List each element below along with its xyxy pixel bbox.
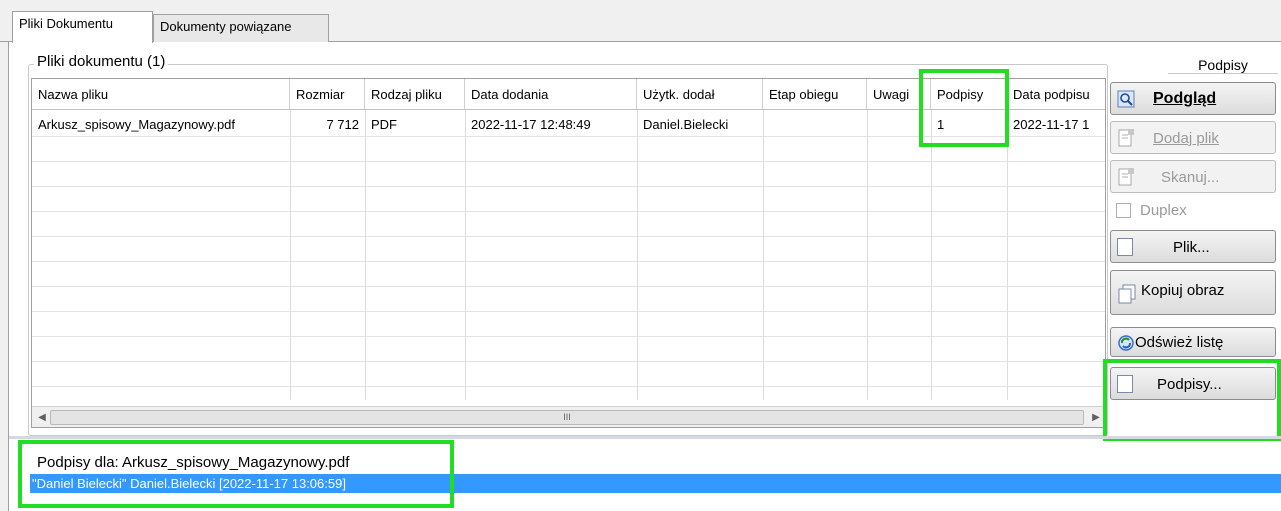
grid-row-divider (32, 361, 1105, 362)
duplex-checkbox[interactable]: Duplex (1116, 202, 1266, 222)
horizontal-scrollbar[interactable]: ◀ III ▶ (32, 406, 1105, 427)
cell-file-name[interactable]: Arkusz_spisowy_Magazynowy.pdf (32, 110, 290, 136)
highlight-signatures-panel (18, 440, 454, 508)
duplex-checkbox-box[interactable] (1116, 203, 1131, 218)
grid-column-divider (637, 110, 638, 400)
scroll-left-icon[interactable]: ◀ (33, 409, 51, 426)
column-header-data-podpisu[interactable]: Data podpisu (1007, 79, 1105, 110)
column-header-rodzaj[interactable]: Rodzaj pliku (365, 79, 465, 110)
scan-button[interactable]: Skanuj... (1110, 160, 1276, 193)
grid-row-divider (32, 186, 1105, 187)
column-header-rozmiar[interactable]: Rozmiar (290, 79, 365, 110)
copy-image-button-label: Kopiuj obraz (1141, 282, 1225, 299)
copy-icon (1118, 284, 1136, 304)
highlight-podpisy-column (919, 69, 1009, 147)
file-button[interactable]: Plik... (1110, 230, 1276, 263)
highlight-signatures-button (1103, 359, 1281, 441)
cell-workflow-stage[interactable] (763, 110, 867, 136)
grid-row-divider (32, 236, 1105, 237)
cell-file-type[interactable]: PDF (365, 110, 465, 136)
refresh-list-button[interactable]: Odśwież listę (1110, 327, 1276, 357)
grid-row-divider (32, 211, 1105, 212)
grid-column-divider (763, 110, 764, 400)
panel-splitter[interactable] (9, 436, 1281, 439)
grid-row-divider (32, 286, 1105, 287)
blank-page-icon (1117, 238, 1133, 256)
grid-row-divider (32, 161, 1105, 162)
document-add-icon (1118, 129, 1134, 147)
grid-row-divider (32, 311, 1105, 312)
scroll-thumb[interactable]: III (50, 410, 1084, 425)
grid-column-divider (1007, 110, 1008, 400)
column-header-data-dodania[interactable]: Data dodania (465, 79, 637, 110)
grid-row-divider (32, 386, 1105, 387)
add-file-button-label: Dodaj plik (1153, 130, 1219, 147)
duplex-label: Duplex (1140, 202, 1187, 219)
cell-date-added[interactable]: 2022-11-17 12:48:49 (465, 110, 637, 136)
column-header-nazwa[interactable]: Nazwa pliku (32, 79, 290, 110)
files-group-title: Pliki dokumentu (1) (34, 53, 169, 70)
cell-file-size[interactable]: 7 712 (290, 110, 365, 136)
refresh-icon (1118, 335, 1134, 351)
grid-column-divider (465, 110, 466, 400)
file-button-label: Plik... (1173, 239, 1210, 256)
grid-row-divider (32, 261, 1105, 262)
preview-button[interactable]: Podgląd (1110, 82, 1276, 115)
grid-column-divider (290, 110, 291, 400)
cell-added-by[interactable]: Daniel.Bielecki (637, 110, 763, 136)
column-header-uzytk[interactable]: Użytk. dodał (637, 79, 763, 110)
cell-signature-date[interactable]: 2022-11-17 1 (1007, 110, 1105, 136)
tab-dokumenty-powiazane[interactable]: Dokumenty powiązane (153, 14, 329, 42)
grid-column-divider (931, 110, 932, 400)
add-file-button[interactable]: Dodaj plik (1110, 121, 1276, 154)
refresh-list-button-label: Odśwież listę (1135, 334, 1224, 351)
tab-pliki-dokumentu[interactable]: Pliki Dokumentu (12, 11, 153, 43)
magnifier-icon (1117, 90, 1135, 108)
signature-side-tab[interactable]: Podpisy (1168, 53, 1278, 74)
grid-column-divider (867, 110, 868, 400)
copy-image-button[interactable]: Kopiuj obraz (1110, 270, 1276, 315)
grid-column-divider (365, 110, 366, 400)
grid-row-divider (32, 336, 1105, 337)
scanner-icon (1118, 168, 1134, 186)
scan-button-label: Skanuj... (1161, 169, 1220, 186)
preview-button-label: Podgląd (1153, 90, 1217, 107)
column-header-etap[interactable]: Etap obiegu (763, 79, 867, 110)
